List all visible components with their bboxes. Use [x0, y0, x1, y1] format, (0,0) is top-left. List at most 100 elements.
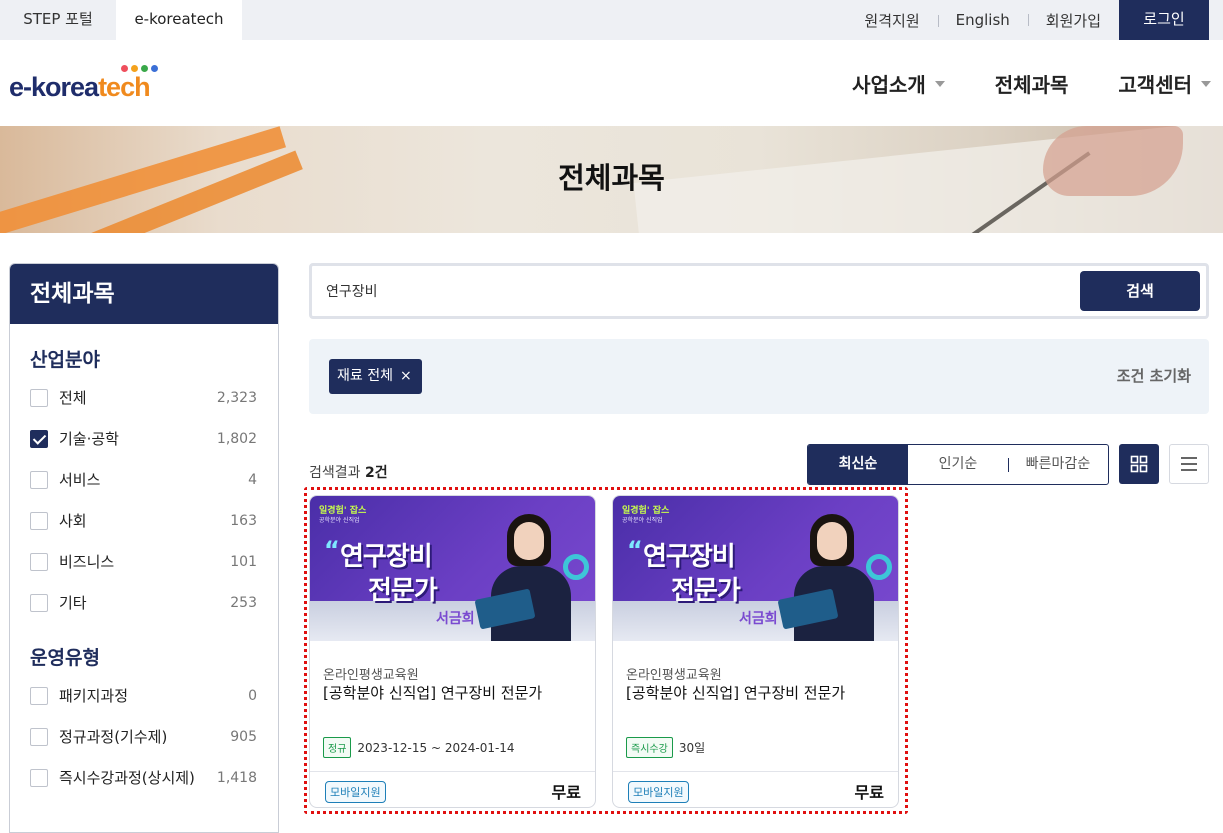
logo-dot-red	[121, 65, 128, 72]
thumbnail-instructor: 서금희	[739, 611, 778, 627]
facet-item-service[interactable]: 서비스 4	[10, 459, 278, 500]
nav-label: 고객센터	[1118, 72, 1192, 97]
site-logo[interactable]: e-koreatech	[9, 62, 169, 106]
checkbox[interactable]	[30, 388, 48, 407]
thumbnail-subtitle: 공학분야 신직업	[319, 517, 360, 524]
thumbnail-title-line2: 전문가	[368, 576, 438, 606]
facet-item-tech-engineering[interactable]: 기술·공학 1,802	[10, 418, 278, 459]
search-box: 검색	[309, 263, 1209, 319]
facet-item-regular[interactable]: 정규과정(기수제) 905	[10, 716, 278, 757]
filter-chip[interactable]: 재료 전체 ×	[329, 359, 422, 394]
facet-label: 사회	[59, 512, 87, 530]
sort-popular[interactable]: 인기순	[908, 445, 1008, 484]
facet-item-all[interactable]: 전체 2,323	[10, 377, 278, 418]
result-count-value: 2건	[364, 465, 388, 481]
facet-count: 1,418	[216, 769, 257, 786]
sort-latest[interactable]: 최신순	[808, 445, 908, 484]
course-title[interactable]: [공학분야 신직업] 연구장비 전문가	[323, 682, 542, 703]
thumbnail-title-line1: 연구장비	[643, 542, 736, 572]
checkbox[interactable]	[30, 470, 48, 489]
search-input[interactable]	[326, 274, 1066, 308]
tab-e-koreatech[interactable]: e-koreatech	[116, 0, 242, 40]
facet-count: 4	[248, 471, 257, 488]
quote-icon: “	[324, 536, 340, 564]
thumbnail-subtitle: 공학분야 신직업	[622, 517, 663, 524]
nav-customer-center[interactable]: 고객센터	[1118, 69, 1211, 98]
facet-count: 2,323	[216, 389, 257, 406]
course-provider: 온라인평생교육원	[323, 668, 419, 683]
course-type-badge: 정규	[323, 737, 352, 758]
facet-operation-title: 운영유형	[30, 647, 100, 669]
checkbox[interactable]	[30, 511, 48, 530]
logo-dot-blue	[151, 65, 158, 72]
facet-item-etc[interactable]: 기타 253	[10, 582, 278, 623]
facet-count: 101	[230, 553, 257, 570]
course-card[interactable]: 일경험' 잡스 공학분야 신직업 “ 연구장비 전문가 서금희 온라인평생교육원…	[309, 495, 596, 808]
search-button[interactable]: 검색	[1080, 271, 1200, 311]
reset-filters-button[interactable]: 조건 초기화	[1117, 339, 1191, 414]
facet-label: 비즈니스	[59, 553, 115, 571]
course-thumbnail[interactable]: 일경험' 잡스 공학분야 신직업 “ 연구장비 전문가 서금희	[613, 496, 898, 641]
card-body: 온라인평생교육원 [공학분야 신직업] 연구장비 전문가 정규 2023-12-…	[310, 641, 595, 807]
facet-label: 전체	[59, 389, 87, 407]
checkbox[interactable]	[30, 727, 48, 746]
card-footer: 모바일지원 무료	[613, 771, 898, 807]
card-body: 온라인평생교육원 [공학분야 신직업] 연구장비 전문가 즉시수강 30일 모바…	[613, 641, 898, 807]
nav-label: 전체과목	[994, 72, 1069, 97]
sort-deadline[interactable]: 빠른마감순	[1008, 445, 1108, 484]
checkbox[interactable]	[30, 593, 48, 612]
site-header: e-koreatech 사업소개 전체과목 고객센터	[0, 40, 1223, 126]
course-thumbnail[interactable]: 일경험' 잡스 공학분야 신직업 “ 연구장비 전문가 서금희	[310, 496, 595, 641]
list-view-icon[interactable]	[1169, 444, 1209, 484]
facet-industry-title: 산업분야	[30, 349, 100, 371]
facet-count: 905	[230, 728, 257, 745]
course-title[interactable]: [공학분야 신직업] 연구장비 전문가	[626, 682, 845, 703]
active-filters: 재료 전체 × 조건 초기화	[309, 339, 1209, 414]
facet-label: 즉시수강과정(상시제)	[59, 769, 195, 787]
logo-dot-orange	[131, 65, 138, 72]
english-link[interactable]: English	[937, 11, 1028, 29]
logo-text: e-koreatech	[9, 72, 151, 103]
logo-prefix: e-korea	[9, 72, 99, 102]
login-button[interactable]: 로그인	[1119, 0, 1209, 40]
course-meta: 즉시수강 30일	[626, 737, 705, 758]
thumbnail-title-line2: 전문가	[671, 576, 741, 606]
page-title: 전체과목	[558, 161, 665, 195]
ring-decoration	[866, 554, 892, 580]
ring-decoration	[563, 554, 589, 580]
logo-dot-green	[141, 65, 148, 72]
remote-support-link[interactable]: 원격지원	[846, 10, 937, 31]
nav-business-intro[interactable]: 사업소개	[852, 69, 945, 98]
face-shape	[817, 522, 847, 560]
facet-count: 163	[230, 512, 257, 529]
tab-step-portal[interactable]: STEP 포털	[0, 0, 116, 40]
facet-item-business[interactable]: 비즈니스 101	[10, 541, 278, 582]
facet-item-instant[interactable]: 즉시수강과정(상시제) 1,418	[10, 757, 278, 798]
nav-all-courses[interactable]: 전체과목	[995, 69, 1069, 98]
instructor-illustration	[777, 510, 892, 641]
grid-view-icon[interactable]	[1119, 444, 1159, 484]
course-period: 2023-12-15 ~ 2024-01-14	[357, 740, 515, 755]
main-nav: 사업소개 전체과목 고객센터	[802, 40, 1211, 126]
thumbnail-instructor: 서금희	[436, 611, 475, 627]
checkbox[interactable]	[30, 768, 48, 787]
facet-item-society[interactable]: 사회 163	[10, 500, 278, 541]
instructor-illustration	[474, 510, 589, 641]
result-count-prefix: 검색결과	[309, 465, 365, 481]
course-price: 무료	[551, 783, 581, 802]
mobile-support-badge: 모바일지원	[628, 781, 689, 803]
quote-icon: “	[627, 536, 643, 564]
checkbox[interactable]	[30, 552, 48, 571]
signup-link[interactable]: 회원가입	[1027, 10, 1119, 31]
close-icon[interactable]: ×	[400, 359, 412, 394]
facet-count: 253	[230, 594, 257, 611]
facet-label: 정규과정(기수제)	[59, 728, 168, 746]
checkbox[interactable]	[30, 686, 48, 705]
checkbox-checked[interactable]	[30, 429, 48, 448]
course-card[interactable]: 일경험' 잡스 공학분야 신직업 “ 연구장비 전문가 서금희 온라인평생교육원…	[612, 495, 899, 808]
filter-sidebar: 전체과목 산업분야 전체 2,323 기술·공학 1,802 서비스 4 사회 …	[9, 263, 279, 833]
course-period: 30일	[678, 741, 706, 755]
facet-label: 기술·공학	[59, 430, 119, 448]
facet-item-package[interactable]: 패키지과정 0	[10, 675, 278, 716]
facet-label: 패키지과정	[59, 687, 129, 705]
